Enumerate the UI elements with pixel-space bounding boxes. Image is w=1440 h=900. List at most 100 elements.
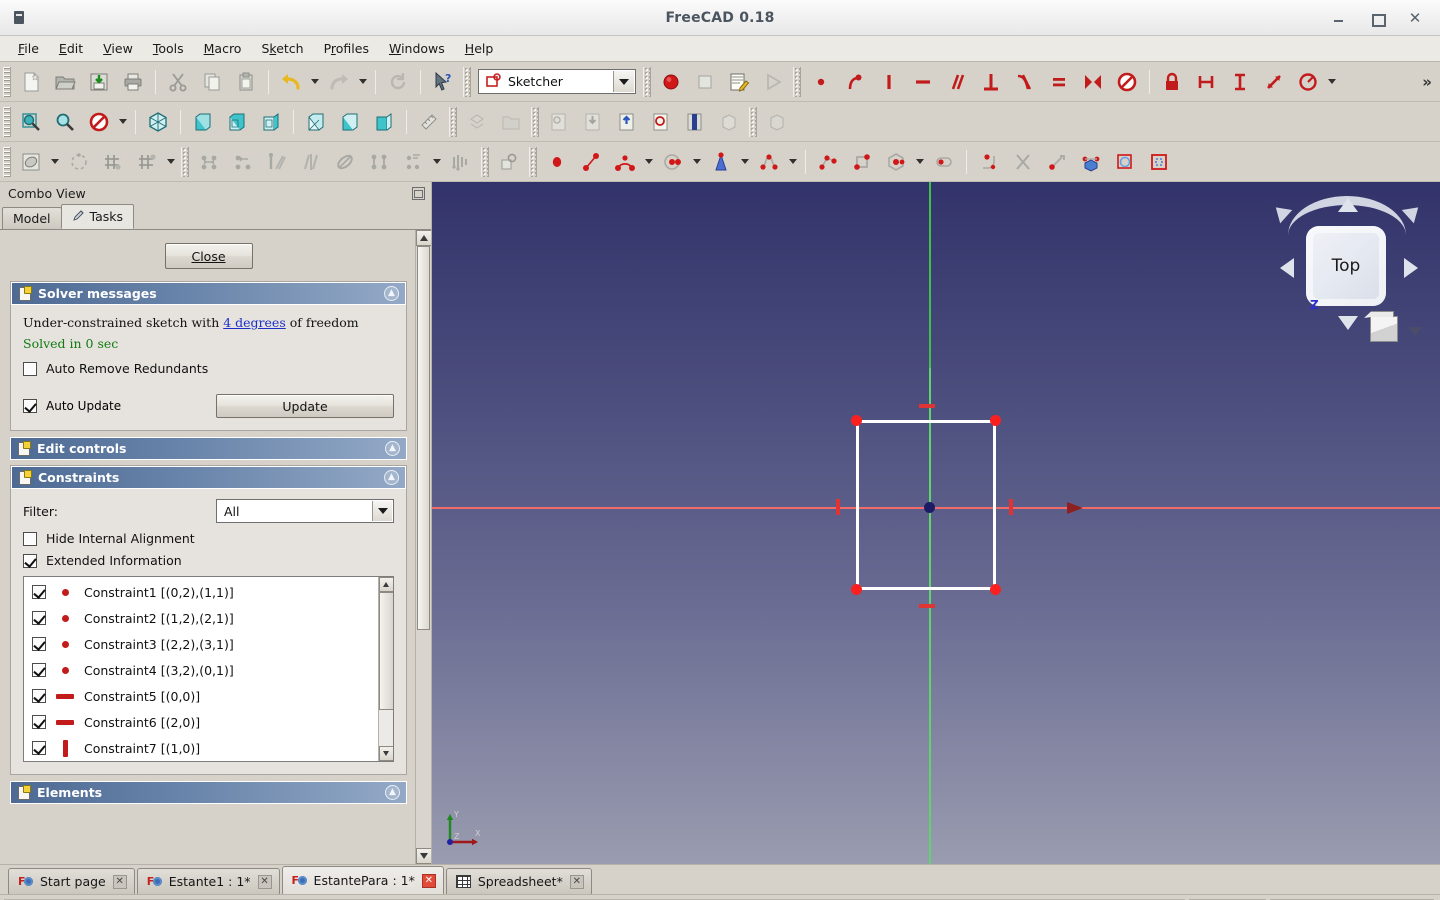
- fit-all-icon[interactable]: [14, 106, 48, 138]
- toolbar-grip[interactable]: [463, 66, 471, 97]
- right-view-icon[interactable]: [254, 106, 288, 138]
- sketch-sym-constraint-icon[interactable]: [226, 146, 260, 178]
- constrain-point-on-object-icon[interactable]: [838, 66, 872, 98]
- elements-header[interactable]: Elements ▲: [10, 781, 407, 804]
- constrain-lock-icon[interactable]: [1155, 66, 1189, 98]
- sketch-vertex[interactable]: [851, 415, 862, 426]
- panel-scroll-track[interactable]: [415, 246, 431, 848]
- close-button[interactable]: Close: [164, 243, 253, 269]
- sketch-clone-icon[interactable]: [260, 146, 294, 178]
- close-window-button[interactable]: ✕: [1408, 10, 1422, 25]
- constraint-checkbox[interactable]: [32, 585, 46, 599]
- degrees-of-freedom-link[interactable]: 4 degrees: [223, 315, 286, 330]
- constraints-list-scrollbar[interactable]: [378, 577, 393, 761]
- sketch-copy-icon[interactable]: [328, 146, 362, 178]
- undo-dropdown-arrow-icon[interactable]: [308, 66, 322, 98]
- toggle-construction-icon[interactable]: [1142, 146, 1176, 178]
- constrain-angle-icon[interactable]: [1291, 66, 1325, 98]
- chevron-down-icon[interactable]: [372, 501, 392, 521]
- hide-internal-alignment-checkbox[interactable]: [23, 531, 37, 546]
- sketch-origin-point[interactable]: [924, 502, 935, 513]
- scroll-thumb[interactable]: [378, 592, 393, 710]
- cut-scissors-icon[interactable]: [161, 66, 195, 98]
- toolbar-grip[interactable]: [3, 106, 11, 137]
- doc-tab-start-page[interactable]: F Start page ✕: [8, 868, 135, 894]
- nav-right-arrow-icon[interactable]: [1404, 258, 1418, 278]
- menu-view[interactable]: View: [93, 38, 143, 59]
- menu-macro[interactable]: Macro: [194, 38, 252, 59]
- edit-controls-header[interactable]: Edit controls ▲: [10, 437, 407, 460]
- new-document-icon[interactable]: [14, 66, 48, 98]
- sketch-array-dropdown-arrow-icon[interactable]: [430, 146, 444, 178]
- workbench-structure-icon[interactable]: [460, 106, 494, 138]
- toolbar-grip[interactable]: [3, 66, 11, 97]
- panel-scroll-thumb[interactable]: [416, 246, 430, 630]
- create-rectangle-icon[interactable]: [845, 146, 879, 178]
- constraint-checkbox[interactable]: [32, 637, 46, 651]
- constraint-checkbox[interactable]: [32, 663, 46, 677]
- constraint-checkbox[interactable]: [32, 741, 46, 755]
- view-section-icon[interactable]: [678, 106, 712, 138]
- std-box-icon[interactable]: [712, 106, 746, 138]
- minimize-button[interactable]: [1332, 11, 1346, 25]
- create-conic-icon[interactable]: [704, 146, 738, 178]
- menu-windows[interactable]: Windows: [379, 38, 455, 59]
- trim-edge-icon[interactable]: [1006, 146, 1040, 178]
- create-line-icon[interactable]: [574, 146, 608, 178]
- menu-sketch[interactable]: Sketch: [251, 38, 313, 59]
- extended-information-row[interactable]: Extended Information: [23, 553, 394, 568]
- link-make-icon[interactable]: [542, 106, 576, 138]
- workbench-selector[interactable]: Sketcher: [478, 69, 636, 94]
- constraints-list[interactable]: Constraint1 [(0,2),(1,1)] Constraint2 [(…: [23, 576, 394, 762]
- circle-dropdown-arrow-icon[interactable]: [690, 146, 704, 178]
- constrain-block-icon[interactable]: [1110, 66, 1144, 98]
- extended-information-checkbox[interactable]: [23, 553, 37, 568]
- sketch-rect-array-icon[interactable]: [396, 146, 430, 178]
- navigation-cube[interactable]: Top Z: [1268, 186, 1428, 346]
- sketch-vertex[interactable]: [990, 415, 1001, 426]
- export-icon[interactable]: [610, 106, 644, 138]
- import-icon[interactable]: [576, 106, 610, 138]
- extend-edge-icon[interactable]: [1040, 146, 1074, 178]
- front-view-icon[interactable]: [186, 106, 220, 138]
- list-item[interactable]: Constraint4 [(3,2),(0,1)]: [24, 657, 378, 683]
- create-polyline-icon[interactable]: [811, 146, 845, 178]
- conic-dropdown-arrow-icon[interactable]: [738, 146, 752, 178]
- sketch-vertex[interactable]: [851, 584, 862, 595]
- sketch-attach-icon[interactable]: [760, 106, 794, 138]
- panel-scroll-up-icon[interactable]: [415, 230, 431, 246]
- close-tab-icon[interactable]: ✕: [421, 873, 436, 888]
- close-tab-icon[interactable]: ✕: [257, 874, 272, 889]
- menu-profiles[interactable]: Profiles: [314, 38, 379, 59]
- doc-tab-estante1[interactable]: F Estante1 : 1* ✕: [136, 868, 280, 894]
- chevron-up-icon[interactable]: ▲: [385, 441, 400, 456]
- carbon-copy-icon[interactable]: [1108, 146, 1142, 178]
- sketch-delete-align-icon[interactable]: [444, 146, 478, 178]
- nav-mini-cube-icon[interactable]: [1370, 316, 1398, 342]
- edit-sketch-icon[interactable]: [644, 106, 678, 138]
- maximize-button[interactable]: [1370, 11, 1386, 27]
- constrain-symmetric-icon[interactable]: [1076, 66, 1110, 98]
- toolbar-grip[interactable]: [749, 106, 757, 137]
- tasks-panel-scrollbar[interactable]: [415, 230, 431, 864]
- panel-scroll-down-icon[interactable]: [415, 848, 431, 864]
- refresh-icon[interactable]: [381, 66, 415, 98]
- constrain-vertical-icon[interactable]: [872, 66, 906, 98]
- top-view-icon[interactable]: [220, 106, 254, 138]
- list-item[interactable]: Constraint5 [(0,0)]: [24, 683, 378, 709]
- filter-select[interactable]: All: [216, 499, 394, 523]
- doc-tab-spreadsheet[interactable]: Spreadsheet* ✕: [445, 868, 592, 894]
- bspline-dropdown-arrow-icon[interactable]: [786, 146, 800, 178]
- toolbar-overflow-chevron-icon[interactable]: »: [1414, 73, 1440, 91]
- list-item[interactable]: Constraint1 [(0,2),(1,1)]: [24, 579, 378, 605]
- constrain-coincident-icon[interactable]: [804, 66, 838, 98]
- toolbar-grip[interactable]: [181, 146, 189, 177]
- doc-tab-estantepara[interactable]: F EstantePara : 1* ✕: [281, 866, 444, 894]
- isometric-view-icon[interactable]: [141, 106, 175, 138]
- nav-left-arrow-icon[interactable]: [1280, 258, 1294, 278]
- close-tab-icon[interactable]: ✕: [112, 874, 127, 889]
- list-item[interactable]: Constraint6 [(2,0)]: [24, 709, 378, 735]
- tab-tasks[interactable]: Tasks: [60, 204, 135, 229]
- hide-internal-alignment-row[interactable]: Hide Internal Alignment: [23, 531, 394, 546]
- create-fillet-icon[interactable]: [972, 146, 1006, 178]
